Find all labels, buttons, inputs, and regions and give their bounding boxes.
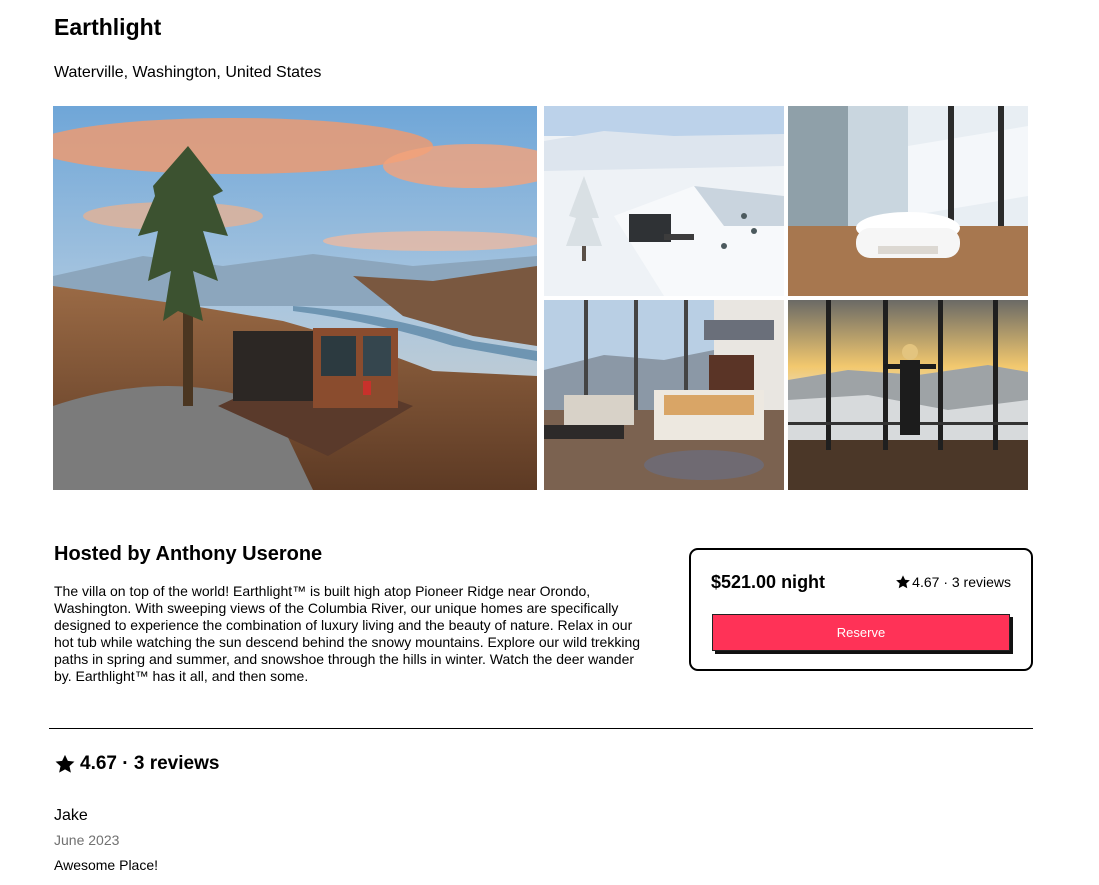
listing-title: Earthlight — [54, 14, 162, 40]
listing-description: The villa on top of the world! Earthligh… — [54, 583, 641, 684]
card-rating: 4.67 · 3 reviews — [895, 574, 1011, 590]
booking-card: $521.00 night 4.67 · 3 reviews Reserve — [689, 548, 1033, 671]
star-icon — [896, 575, 911, 589]
photo-bedroom[interactable] — [544, 300, 784, 490]
reviews-heading: 4.67 · 3 reviews — [54, 753, 219, 775]
card-reviews-count: · 3 reviews — [943, 574, 1011, 590]
nightly-price: $521.00 night — [711, 572, 826, 592]
card-rating-value: 4.67 — [912, 574, 940, 590]
section-divider — [49, 728, 1033, 729]
main-photo-cabin-sunset[interactable] — [53, 106, 537, 490]
star-icon — [55, 754, 75, 773]
review-text: Awesome Place! — [54, 857, 159, 873]
photo-window-view[interactable] — [788, 300, 1028, 490]
host-heading: Hosted by Anthony Userone — [54, 543, 323, 565]
photo-bathtub[interactable] — [788, 106, 1028, 296]
photo-cabin-snow[interactable] — [544, 106, 784, 296]
review-author: Jake — [54, 807, 88, 824]
review-date: June 2023 — [54, 832, 120, 848]
reviews-heading-text: 4.67 · 3 reviews — [80, 753, 220, 774]
reserve-button[interactable]: Reserve — [712, 614, 1010, 651]
listing-location: Waterville, Washington, United States — [54, 64, 322, 81]
